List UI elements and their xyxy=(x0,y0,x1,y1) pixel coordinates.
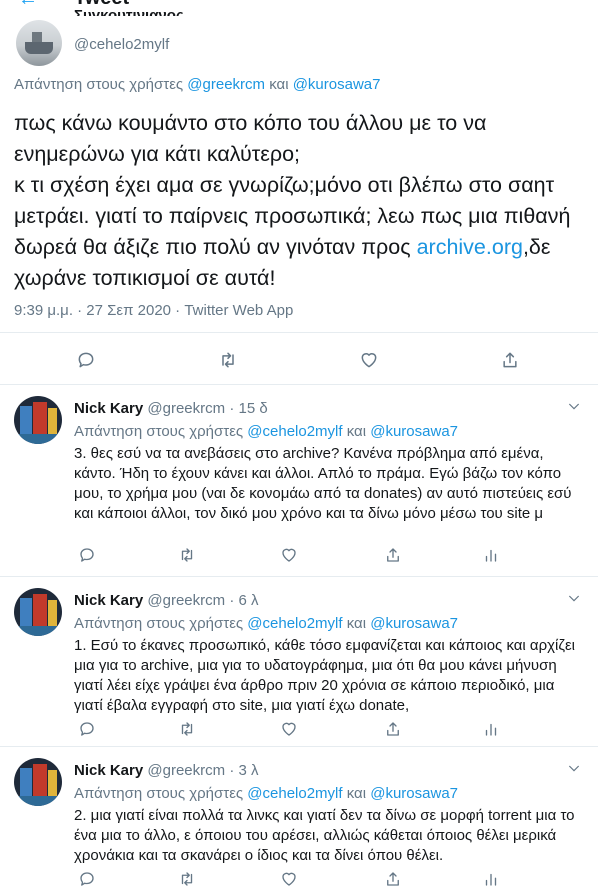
analytics-icon[interactable] xyxy=(476,714,506,744)
replying-to-label: Απάντηση στους χρήστες xyxy=(74,785,244,802)
reply-text: 2. μια γιατί είναι πολλά τα λινκς και γι… xyxy=(74,807,575,864)
reply-actions xyxy=(64,864,594,894)
replying-to: Απάντηση στους χρήστες @cehelo2mylf και … xyxy=(74,423,458,440)
reply-time[interactable]: 3 λ xyxy=(238,762,258,779)
user-handle[interactable]: @greekrcm xyxy=(147,400,225,417)
avatar[interactable] xyxy=(16,20,62,66)
like-icon[interactable] xyxy=(274,540,304,570)
avatar[interactable] xyxy=(14,588,62,636)
mention-link[interactable]: @cehelo2mylf xyxy=(247,785,342,802)
replying-to: Απάντηση στους χρήστες @cehelo2mylf και … xyxy=(74,615,458,632)
main-tweet-author: Συγκουτινιανος @cehelo2mylf xyxy=(14,6,584,68)
like-icon[interactable] xyxy=(274,864,304,894)
reply-icon[interactable] xyxy=(70,344,102,376)
mention-link[interactable]: @kurosawa7 xyxy=(370,615,458,632)
and-label: και xyxy=(269,76,289,93)
mention-link[interactable]: @kurosawa7 xyxy=(293,76,381,93)
and-label: και xyxy=(346,423,367,440)
share-icon[interactable] xyxy=(494,344,526,376)
mention-link[interactable]: @cehelo2mylf xyxy=(247,615,342,632)
reply-header: Nick Kary @greekrcm · 3 λ xyxy=(74,762,259,779)
reply-text: 1. Εσύ το έκανες προσωπικό, κάθε τόσο εμ… xyxy=(74,637,575,714)
replying-to-label: Απάντηση στους χρήστες xyxy=(74,615,244,632)
dot-separator: · xyxy=(229,400,235,417)
chevron-down-icon[interactable] xyxy=(566,760,584,778)
user-handle[interactable]: @cehelo2mylf xyxy=(74,36,169,53)
display-name[interactable]: Nick Kary xyxy=(74,592,143,609)
chevron-down-icon[interactable] xyxy=(566,590,584,608)
reply-time[interactable]: 6 λ xyxy=(238,592,258,609)
tweet-actions xyxy=(0,338,598,382)
reply-header: Nick Kary @greekrcm · 6 λ xyxy=(74,592,259,609)
reply-tweet[interactable]: Nick Kary @greekrcm · 3 λ Απάντηση στους… xyxy=(0,750,598,886)
divider xyxy=(0,332,598,333)
replying-to-label: Απάντηση στους χρήστες xyxy=(14,76,184,93)
reply-icon[interactable] xyxy=(72,540,102,570)
avatar[interactable] xyxy=(14,758,62,806)
retweet-icon[interactable] xyxy=(172,864,202,894)
display-name[interactable]: Συγκουτινιανος xyxy=(74,6,184,16)
divider xyxy=(0,384,598,385)
url-link[interactable]: archive.org xyxy=(417,235,523,259)
share-icon[interactable] xyxy=(378,714,408,744)
analytics-icon[interactable] xyxy=(476,864,506,894)
reply-icon[interactable] xyxy=(72,714,102,744)
avatar[interactable] xyxy=(14,396,62,444)
share-icon[interactable] xyxy=(378,864,408,894)
mention-link[interactable]: @kurosawa7 xyxy=(370,423,458,440)
mention-link[interactable]: @kurosawa7 xyxy=(370,785,458,802)
reply-actions xyxy=(64,540,594,570)
retweet-icon[interactable] xyxy=(212,344,244,376)
analytics-icon[interactable] xyxy=(476,540,506,570)
retweet-icon[interactable] xyxy=(172,540,202,570)
user-handle[interactable]: @greekrcm xyxy=(147,762,225,779)
mention-link[interactable]: @cehelo2mylf xyxy=(247,423,342,440)
user-handle[interactable]: @greekrcm xyxy=(147,592,225,609)
dot-separator: · xyxy=(229,592,235,609)
replying-to-label: Απάντηση στους χρήστες xyxy=(74,423,244,440)
reply-time[interactable]: 15 δ xyxy=(238,400,267,417)
chevron-down-icon[interactable] xyxy=(566,398,584,416)
like-icon[interactable] xyxy=(274,714,304,744)
reply-tweet[interactable]: Nick Kary @greekrcm · 6 λ Απάντηση στους… xyxy=(0,580,598,744)
replying-to: Απάντηση στους χρήστες @cehelo2mylf και … xyxy=(74,785,458,802)
replying-to: Απάντηση στους χρήστες @greekrcm και @ku… xyxy=(14,76,380,93)
retweet-icon[interactable] xyxy=(172,714,202,744)
tweet-timestamp[interactable]: 9:39 μ.μ. · 27 Σεπ 2020 · Twitter Web Ap… xyxy=(14,302,293,319)
reply-icon[interactable] xyxy=(72,864,102,894)
display-name[interactable]: Nick Kary xyxy=(74,762,143,779)
and-label: και xyxy=(346,785,367,802)
tweet-text: πως κάνω κουμάντο στο κόπο του άλλου με … xyxy=(14,108,584,294)
share-icon[interactable] xyxy=(378,540,408,570)
reply-actions xyxy=(64,714,594,744)
divider xyxy=(0,576,598,577)
like-icon[interactable] xyxy=(353,344,385,376)
display-name[interactable]: Nick Kary xyxy=(74,400,143,417)
and-label: και xyxy=(346,615,367,632)
divider xyxy=(0,746,598,747)
reply-tweet[interactable]: Nick Kary @greekrcm · 15 δ Απάντηση στου… xyxy=(0,388,598,574)
dot-separator: · xyxy=(229,762,235,779)
mention-link[interactable]: @greekrcm xyxy=(187,76,265,93)
reply-header: Nick Kary @greekrcm · 15 δ xyxy=(74,400,268,417)
reply-text: 3. θες εσύ να τα ανεβάσεις στο archive? … xyxy=(74,445,572,522)
